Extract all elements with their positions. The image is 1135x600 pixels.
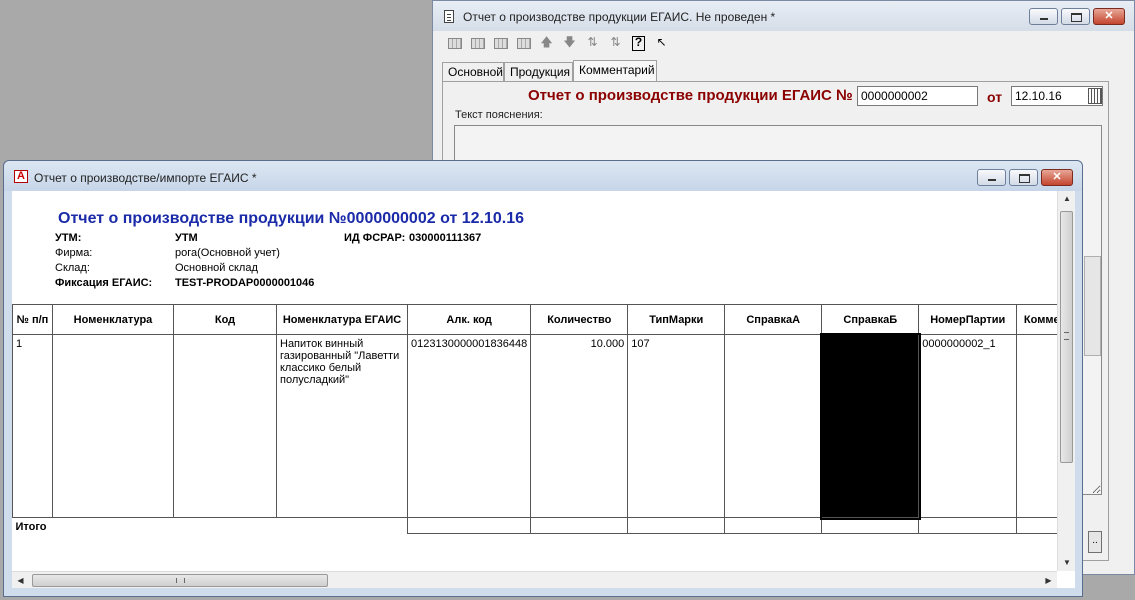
front-window: A Отчет о производстве/импорте ЕГАИС * О… [3,160,1083,597]
delete-row-icon[interactable] [491,33,510,52]
tab-main[interactable]: Основной [442,62,504,81]
column-header[interactable]: Алк. код [406,304,532,335]
report-area: Отчет о производстве продукции №00000000… [12,191,1075,588]
cell-batch[interactable]: 0000000002_1 [918,334,1018,518]
table-header-row: № п/п Номенклатура Код Номенклатура ЕГАИ… [12,304,1068,335]
vertical-scrollbar[interactable]: ▲ ▼ [1057,191,1075,571]
firm-value: рога(Основной учет) [175,247,280,259]
front-window-title: Отчет о производстве/импорте ЕГАИС * [34,171,257,185]
total-row: Итого [13,517,1068,534]
document-icon [444,10,454,23]
utm-label: УТМ: [55,232,82,244]
front-window-titlebar[interactable]: A Отчет о производстве/импорте ЕГАИС * [4,161,1082,191]
cell-alc-code[interactable]: 0123130000001836448 [406,334,532,518]
total-cell [406,517,532,534]
copy-row-icon[interactable] [514,33,533,52]
grip-icon [176,578,185,583]
cell-quantity[interactable]: 10.000 [530,334,629,518]
column-header[interactable]: Код [173,304,277,335]
fixation-value: TEST-PRODAP0000001046 [175,277,315,289]
back-window-title: Отчет о производстве продукции ЕГАИС. Не… [463,10,776,24]
back-scrollbar[interactable] [1084,256,1101,356]
fsrar-value: 030000111367 [409,232,482,244]
back-window-titlebar[interactable]: Отчет о производстве продукции ЕГАИС. Не… [433,1,1134,31]
cell-code[interactable] [173,334,277,518]
back-report-header: Отчет о производстве продукции ЕГАИС № [528,87,853,104]
minimize-button[interactable] [1029,8,1058,25]
vertical-scroll-thumb[interactable] [1060,211,1073,463]
total-cell [627,517,726,534]
warehouse-value: Основной склад [175,262,258,274]
warehouse-label: Склад: [55,262,90,274]
arrow-up-icon[interactable]: 🡅 [537,33,556,52]
utm-value: УТМ [175,232,198,244]
explanation-label: Текст пояснения: [455,109,543,121]
scroll-up-icon[interactable]: ▲ [1058,191,1075,207]
maximize-button[interactable] [1061,8,1090,25]
close-button[interactable] [1093,8,1125,25]
close-button[interactable] [1041,169,1073,186]
total-cell [918,517,1018,534]
maximize-button[interactable] [1009,169,1038,186]
total-cell [821,517,920,534]
column-header[interactable]: ТипМарки [627,304,726,335]
horizontal-scroll-thumb[interactable] [32,574,328,587]
horizontal-scrollbar[interactable]: ◀ ▶ [12,571,1057,588]
add-row-icon[interactable] [445,33,464,52]
report-table: № п/п Номенклатура Код Номенклатура ЕГАИ… [12,304,1068,534]
cell-row-number[interactable]: 1 [12,334,53,518]
column-header[interactable]: НомерПартии [918,304,1018,335]
total-cell [530,517,629,534]
sort-descending-icon[interactable]: ⇅ [606,33,625,52]
scroll-left-icon[interactable]: ◀ [12,572,29,588]
arrow-down-icon[interactable]: 🡇 [560,33,579,52]
context-help-icon[interactable]: ↖ [652,33,671,52]
cell-nomenclature[interactable] [52,334,174,518]
column-header[interactable]: Количество [530,304,629,335]
from-label: от [987,89,1003,105]
total-label: Итого [15,521,47,533]
report-title: Отчет о производстве продукции №00000000… [58,210,525,227]
column-header[interactable]: СправкаБ [821,304,920,335]
column-header[interactable]: Номенклатура ЕГАИС [276,304,408,335]
total-cell [724,517,823,534]
help-icon[interactable]: ? [629,33,648,52]
edit-row-icon[interactable] [468,33,487,52]
tab-comment[interactable]: Комментарий [573,60,657,82]
toolbar: 🡅 🡇 ⇅ ⇅ ? ↖ [445,33,671,53]
table-row[interactable]: 1 Напиток винный газированный "Лаветти к… [12,332,1068,520]
app-icon: A [14,170,28,183]
cell-cert-a[interactable] [724,334,823,518]
back-action-button[interactable]: .. [1088,531,1102,553]
column-header[interactable]: № п/п [12,304,53,335]
firm-label: Фирма: [55,247,93,259]
cell-mark-type[interactable]: 107 [627,334,726,518]
number-field[interactable] [857,86,978,106]
cell-cert-b-redacted[interactable] [819,332,921,520]
column-header[interactable]: СправкаА [724,304,823,335]
scroll-right-icon[interactable]: ▶ [1040,572,1057,588]
column-header[interactable]: Номенклатура [52,304,174,335]
sort-ascending-icon[interactable]: ⇅ [583,33,602,52]
grip-icon [1064,332,1069,340]
fsrar-label: ИД ФСРАР: [344,232,406,244]
cell-egais-nomenclature[interactable]: Напиток винный газированный "Лаветти кла… [276,334,408,518]
scroll-down-icon[interactable]: ▼ [1058,555,1075,571]
fixation-label: Фиксация ЕГАИС: [55,277,153,289]
minimize-button[interactable] [977,169,1006,186]
tab-products[interactable]: Продукция [504,62,573,81]
calendar-icon[interactable] [1088,88,1102,104]
